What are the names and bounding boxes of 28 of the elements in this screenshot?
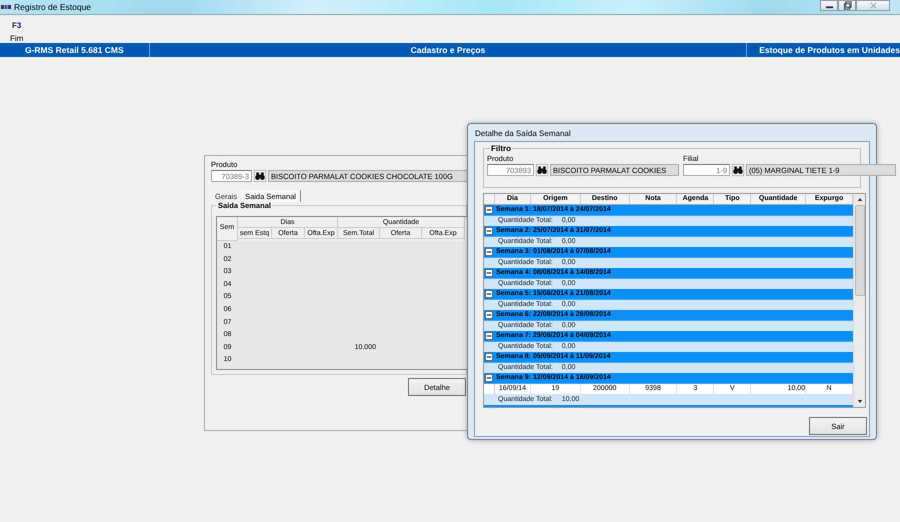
restore-button[interactable]: [838, 0, 856, 11]
group-title: Filtro: [490, 144, 512, 153]
scrollbar[interactable]: [853, 194, 865, 407]
scroll-down-icon[interactable]: [856, 399, 862, 404]
binoculars-icon[interactable]: [254, 170, 266, 182]
minus-icon[interactable]: [485, 226, 493, 235]
header-label: Cadastro e Preços: [150, 43, 748, 57]
header-label: Estoque de Produtos em Unidades: [758, 44, 900, 57]
restore-icon: [842, 1, 852, 10]
close-icon: [868, 1, 878, 10]
scroll-thumb[interactable]: [854, 205, 864, 296]
header-label: G-RMS Retail 5.681 CMS: [0, 43, 150, 57]
minus-icon[interactable]: [485, 374, 493, 382]
binoculars-icon[interactable]: [732, 164, 744, 176]
minus-icon[interactable]: [485, 268, 493, 277]
app-icon: [1, 4, 11, 10]
toolbar-button[interactable]: F3 Fim: [6, 15, 28, 43]
dialog-title: Detalhe da Saída Semanal: [474, 128, 572, 140]
window-title: Registro de Estoque: [14, 2, 92, 12]
minimize-button[interactable]: [820, 0, 838, 11]
minus-icon[interactable]: [485, 332, 493, 340]
minus-icon[interactable]: [485, 352, 493, 361]
minus-icon[interactable]: [485, 290, 493, 298]
minus-icon[interactable]: [485, 248, 493, 256]
minus-icon[interactable]: [485, 310, 493, 319]
binoculars-icon[interactable]: [536, 164, 548, 176]
minus-icon[interactable]: [485, 206, 493, 214]
scroll-up-icon[interactable]: [856, 197, 862, 202]
